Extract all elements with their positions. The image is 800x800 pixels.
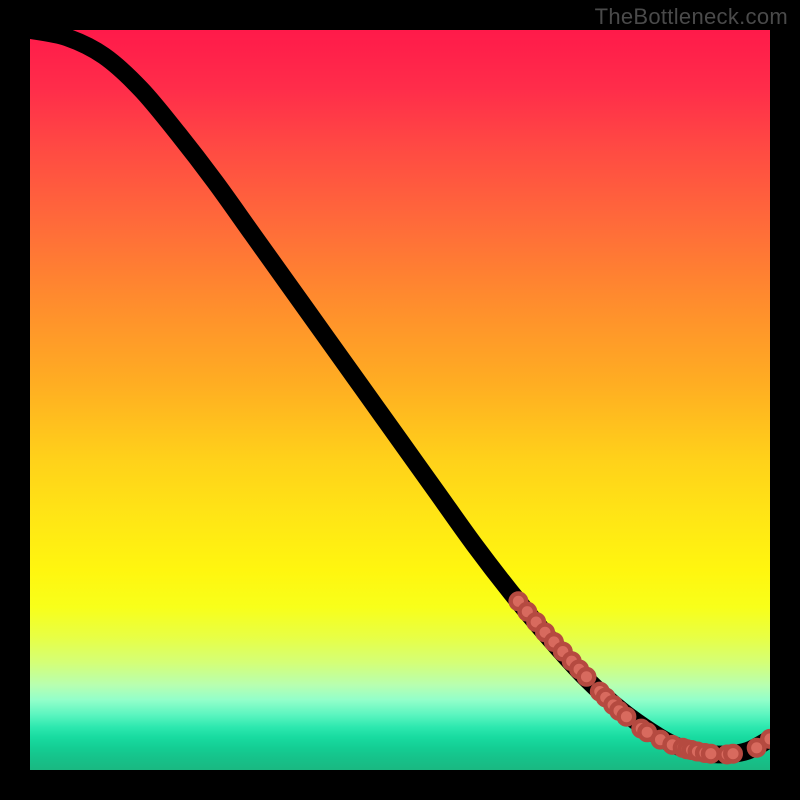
chart-svg-overlay [30, 30, 770, 770]
data-point-dot [762, 731, 770, 747]
watermark-text: TheBottleneck.com [595, 4, 788, 30]
data-point-dot [703, 746, 719, 762]
bottleneck-curve-line [30, 30, 770, 755]
data-point-dot [725, 746, 741, 762]
data-point-dot [579, 669, 595, 685]
highlighted-dots-group [511, 594, 770, 763]
chart-plot-area [30, 30, 770, 770]
data-point-dot [619, 709, 635, 725]
